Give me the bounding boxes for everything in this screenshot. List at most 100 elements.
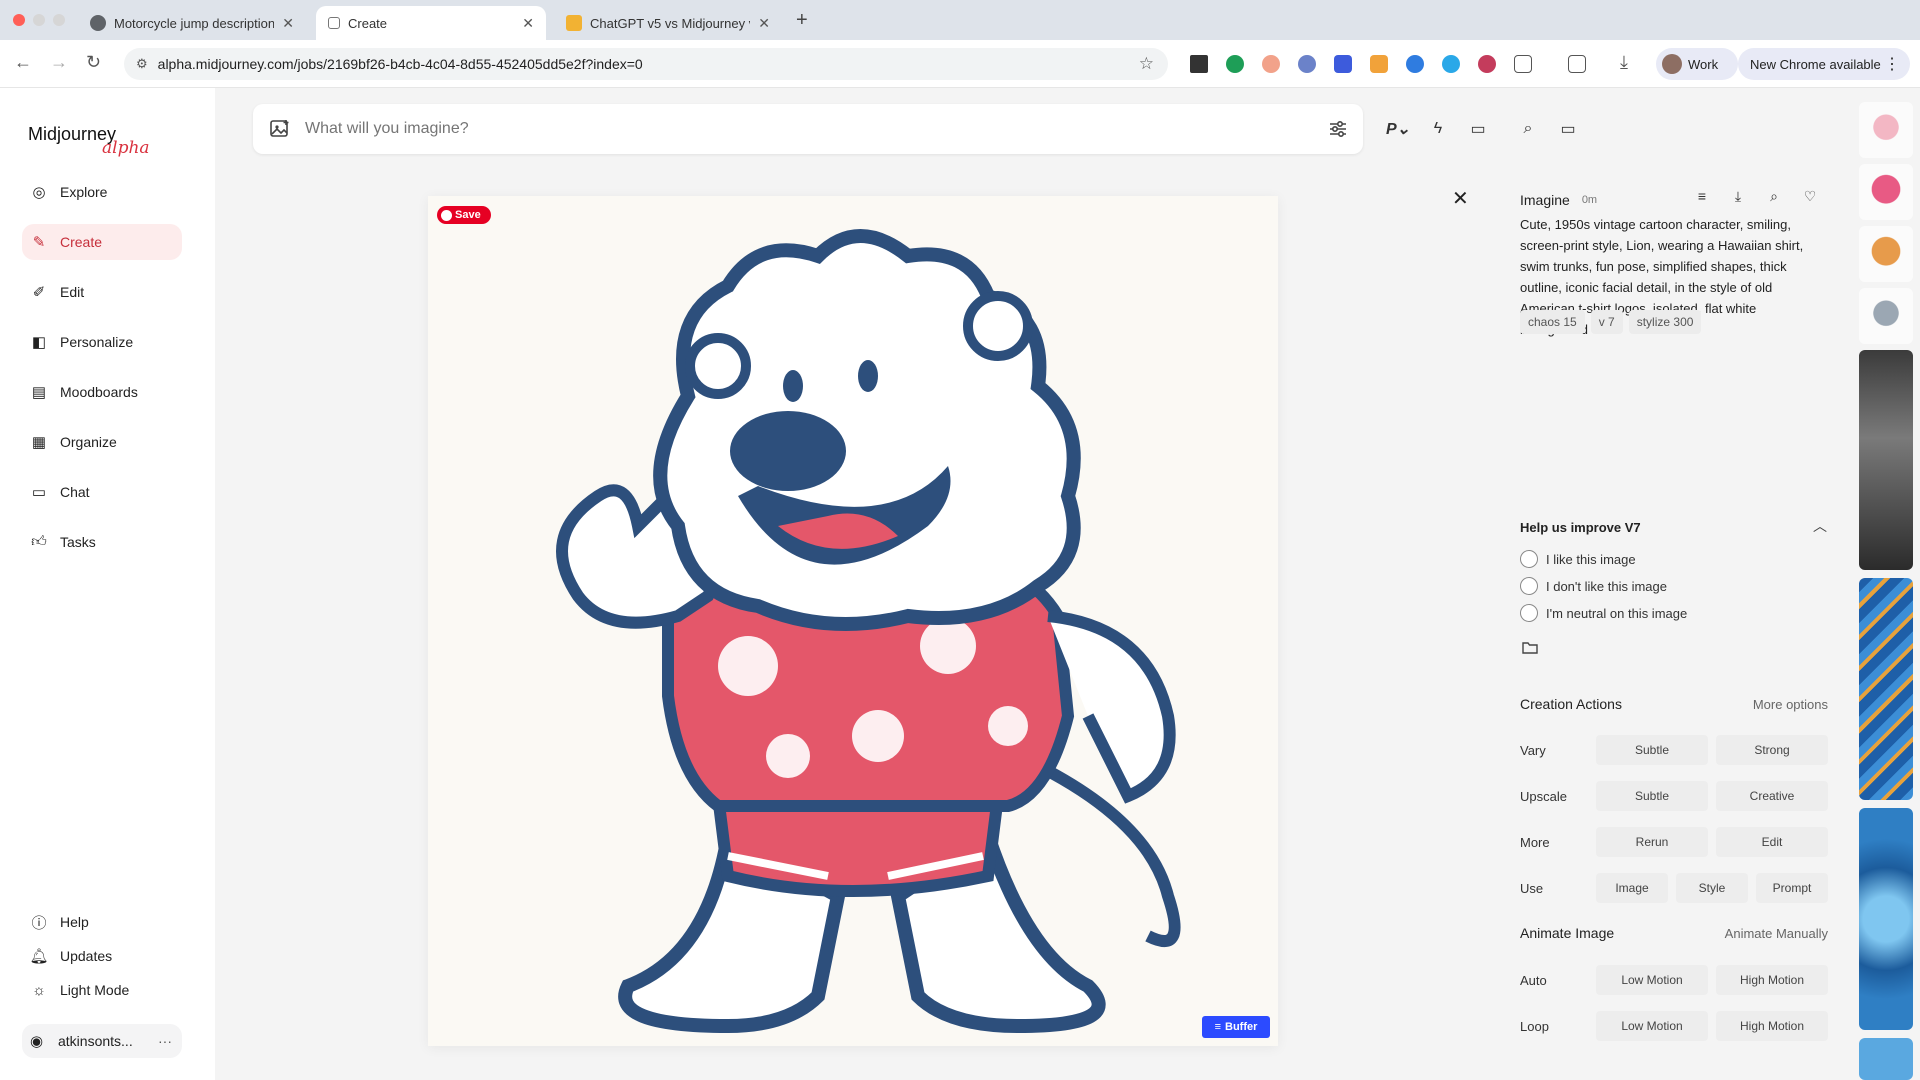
upscale-subtle-button[interactable]: Subtle xyxy=(1596,781,1708,811)
sidebar-item-create[interactable]: ✎ Create xyxy=(22,224,182,260)
thumbnail[interactable] xyxy=(1859,578,1913,800)
prompt-input[interactable] xyxy=(305,120,1205,138)
bookmark-star-icon[interactable]: ☆ xyxy=(1139,54,1154,74)
extension-icon[interactable] xyxy=(1334,55,1352,73)
site-settings-icon[interactable]: ⚙ xyxy=(136,56,148,72)
param-chip[interactable]: stylize 300 xyxy=(1628,310,1702,334)
details-header-actions: ≡ ⤓ ⌕ ♡ xyxy=(1694,188,1818,205)
auto-low-motion-button[interactable]: Low Motion xyxy=(1596,965,1708,995)
sidebar-item-moodboards[interactable]: ▤ Moodboards xyxy=(22,374,182,410)
window-close-button[interactable] xyxy=(13,14,25,26)
close-icon[interactable]: ✕ xyxy=(1452,186,1469,211)
thumbnail[interactable] xyxy=(1859,1038,1913,1080)
extension-icon[interactable] xyxy=(1370,55,1388,73)
param-chip[interactable]: chaos 15 xyxy=(1520,310,1585,334)
back-icon[interactable]: ← xyxy=(14,52,32,73)
list-icon[interactable]: ≡ xyxy=(1694,188,1710,204)
generated-image[interactable]: Save ≡ Buffer xyxy=(428,196,1278,1046)
address-bar[interactable]: ⚙ alpha.midjourney.com/jobs/2169bf26-b4c… xyxy=(124,48,1168,80)
animate-manually-link[interactable]: Animate Manually xyxy=(1725,926,1828,941)
use-prompt-button[interactable]: Prompt xyxy=(1756,873,1828,903)
chrome-update-button[interactable]: New Chrome available ⋮ xyxy=(1738,48,1910,80)
download-icon[interactable]: ⤓ xyxy=(1730,188,1746,204)
radio-button[interactable] xyxy=(1520,604,1538,622)
extension-icon[interactable] xyxy=(1406,55,1424,73)
tab-search-icon[interactable] xyxy=(1568,55,1586,73)
profile-chip[interactable]: Work xyxy=(1656,48,1738,80)
forward-icon[interactable]: → xyxy=(50,52,68,73)
reload-icon[interactable]: ↻ xyxy=(86,52,101,73)
feedback-like[interactable]: I like this image xyxy=(1520,550,1636,568)
sidebar-item-updates[interactable]: 🔔︎ Updates xyxy=(22,938,182,974)
puzzle-icon[interactable] xyxy=(1514,55,1532,73)
loop-low-motion-button[interactable]: Low Motion xyxy=(1596,1011,1708,1041)
lightning-icon[interactable]: ϟ xyxy=(1425,116,1451,142)
search-icon[interactable]: ⌕ xyxy=(1515,116,1541,142)
extension-icon[interactable] xyxy=(1262,55,1280,73)
action-row-auto: Auto Low Motion High Motion xyxy=(1520,964,1828,996)
tab-close-icon[interactable]: ✕ xyxy=(282,15,294,32)
thumbnail[interactable] xyxy=(1859,350,1913,570)
pinterest-save-button[interactable]: Save xyxy=(437,206,491,224)
radio-button[interactable] xyxy=(1520,550,1538,568)
sidebar-item-light-mode[interactable]: ☼ Light Mode xyxy=(22,972,182,1008)
tab-close-icon[interactable]: ✕ xyxy=(758,15,770,32)
upscale-creative-button[interactable]: Creative xyxy=(1716,781,1828,811)
sidebar-item-help[interactable]: ⓘ Help xyxy=(22,904,182,940)
browser-tab-create[interactable]: Create ✕ xyxy=(316,6,546,40)
chat-bubbles-icon[interactable]: ▭ xyxy=(1465,116,1491,142)
search-icon[interactable]: ⌕ xyxy=(1766,188,1782,204)
chat-icon: ▭ xyxy=(31,484,47,501)
vary-strong-button[interactable]: Strong xyxy=(1716,735,1828,765)
feedback-dislike[interactable]: I don't like this image xyxy=(1520,577,1667,595)
use-image-button[interactable]: Image xyxy=(1596,873,1668,903)
openai-extension-icon[interactable] xyxy=(1298,55,1316,73)
extension-icon[interactable] xyxy=(1478,55,1496,73)
sidebar-item-edit[interactable]: ✐ Edit xyxy=(22,274,182,310)
loop-high-motion-button[interactable]: High Motion xyxy=(1716,1011,1828,1041)
window-minimize-button[interactable] xyxy=(33,14,45,26)
radio-button[interactable] xyxy=(1520,577,1538,595)
image-prompt-icon[interactable] xyxy=(269,118,291,140)
action-row-vary: Vary Subtle Strong xyxy=(1520,734,1828,766)
user-account-row[interactable]: ◉ atkinsonts... ··· xyxy=(22,1024,182,1058)
sidebar-item-chat[interactable]: ▭ Chat xyxy=(22,474,182,510)
vary-subtle-button[interactable]: Subtle xyxy=(1596,735,1708,765)
sidebar-item-organize[interactable]: ▦ Organize xyxy=(22,424,182,460)
heart-icon[interactable]: ♡ xyxy=(1802,188,1818,204)
kebab-menu-icon[interactable]: ⋮ xyxy=(1884,54,1900,74)
extension-icon[interactable] xyxy=(1442,55,1460,73)
auto-high-motion-button[interactable]: High Motion xyxy=(1716,965,1828,995)
use-style-button[interactable]: Style xyxy=(1676,873,1748,903)
grammarly-extension-icon[interactable] xyxy=(1226,55,1244,73)
param-chip[interactable]: v 7 xyxy=(1590,310,1623,334)
thumbnail[interactable] xyxy=(1859,164,1913,220)
new-tab-button[interactable]: + xyxy=(796,9,808,32)
edit-button[interactable]: Edit xyxy=(1716,827,1828,857)
folder-icon[interactable] xyxy=(1522,640,1538,656)
browser-tab-chatgpt[interactable]: ChatGPT v5 vs Midjourney v7 ✕ xyxy=(554,6,782,40)
folder-icon[interactable]: ▭ xyxy=(1555,116,1581,142)
thumbnail[interactable] xyxy=(1859,102,1913,158)
download-icon[interactable]: ⤓ xyxy=(1620,52,1628,73)
browser-tab-motorcycle[interactable]: Motorcycle jump description ✕ xyxy=(78,6,306,40)
brush-icon: ✎ xyxy=(32,234,46,251)
action-row-loop: Loop Low Motion High Motion xyxy=(1520,1010,1828,1042)
thumbnail[interactable] xyxy=(1859,808,1913,1030)
thumbnail[interactable] xyxy=(1859,288,1913,344)
personalize-p-icon[interactable]: P⌄ xyxy=(1385,116,1411,142)
sidebar-item-tasks[interactable]: 👍︎ Tasks xyxy=(22,524,182,560)
tab-close-icon[interactable]: ✕ xyxy=(522,15,534,32)
layers-extension-icon[interactable] xyxy=(1190,55,1208,73)
thumbnail[interactable] xyxy=(1859,226,1913,282)
chevron-up-icon[interactable]: ︿ xyxy=(1813,516,1827,536)
feedback-neutral[interactable]: I'm neutral on this image xyxy=(1520,604,1687,622)
sidebar-item-explore[interactable]: ◎ Explore xyxy=(22,174,182,210)
settings-sliders-icon[interactable] xyxy=(1327,118,1349,140)
more-options-link[interactable]: More options xyxy=(1753,697,1828,712)
sidebar-item-personalize[interactable]: ◧ Personalize xyxy=(22,324,182,360)
more-icon[interactable]: ··· xyxy=(158,1033,172,1049)
window-maximize-button[interactable] xyxy=(53,14,65,26)
buffer-share-button[interactable]: ≡ Buffer xyxy=(1202,1016,1270,1038)
rerun-button[interactable]: Rerun xyxy=(1596,827,1708,857)
